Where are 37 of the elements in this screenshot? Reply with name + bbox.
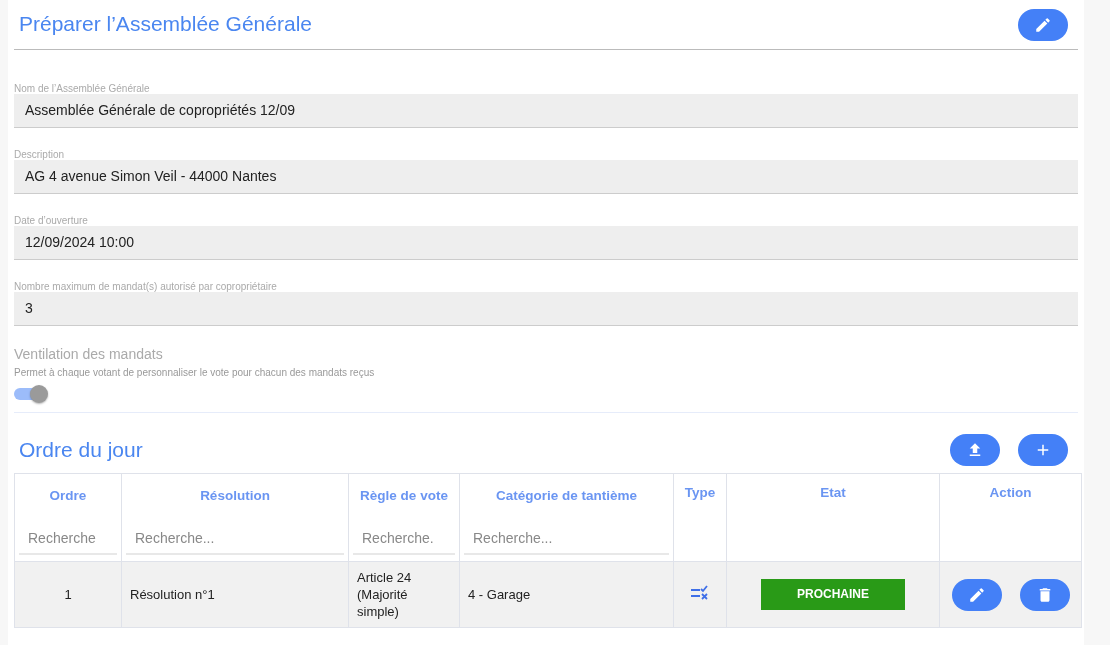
toggle-switch[interactable] [14,384,48,404]
add-button[interactable] [1018,434,1068,466]
upload-button[interactable] [950,434,1000,466]
table-cell: 1 [14,561,122,628]
column-header[interactable]: Ordre [15,488,121,503]
table-cell: 4 - Garage [459,561,674,628]
search-field[interactable]: Recherche. [353,530,455,555]
field-label: Nom de l’Assemblée Générale [14,83,151,94]
field-label: Date d’ouverture [14,215,89,226]
column-header[interactable]: Type [674,485,726,500]
column-header[interactable]: Catégorie de tantième [460,488,673,503]
input-field[interactable]: 12/09/2024 10:00 [14,226,1078,260]
list-check-icon [690,585,710,601]
field-label: Description [14,149,66,160]
delete-button[interactable] [1019,578,1070,611]
table-cell: Article 24 (Majorité simple) [348,561,460,628]
section-title: Ventilation des mandats [14,346,164,362]
table-cell: Résolution n°1 [121,561,349,628]
page-title: Préparer l’Assemblée Générale [19,11,312,36]
column-header[interactable]: Résolution [122,488,348,503]
column-header[interactable]: Action [940,485,1081,500]
search-field[interactable]: Recherche... [464,530,669,555]
input-field[interactable]: AG 4 avenue Simon Veil - 44000 Nantes [14,160,1078,194]
section-description: Permet à chaque votant de personnaliser le vote pour chacun des mandats reçus [14,367,376,378]
section-title: Ordre du jour [19,438,143,462]
pencil-icon [1034,15,1052,34]
input-field[interactable]: 3 [14,292,1078,326]
edit-button[interactable] [951,578,1002,611]
edit-button[interactable] [1018,8,1068,41]
column-header[interactable]: Etat [727,485,939,500]
status-label: PROCHAINE [761,579,905,610]
input-field[interactable]: Assemblée Générale de copropriétés 12/09 [14,94,1078,128]
pencil-icon [967,585,986,604]
column-header[interactable]: Règle de vote [349,488,459,503]
search-field[interactable]: Recherche... [126,530,344,555]
field-label: Nombre maximum de mandat(s) autorisé par copropriétaire [14,281,278,292]
search-field[interactable]: Recherche [19,530,117,555]
